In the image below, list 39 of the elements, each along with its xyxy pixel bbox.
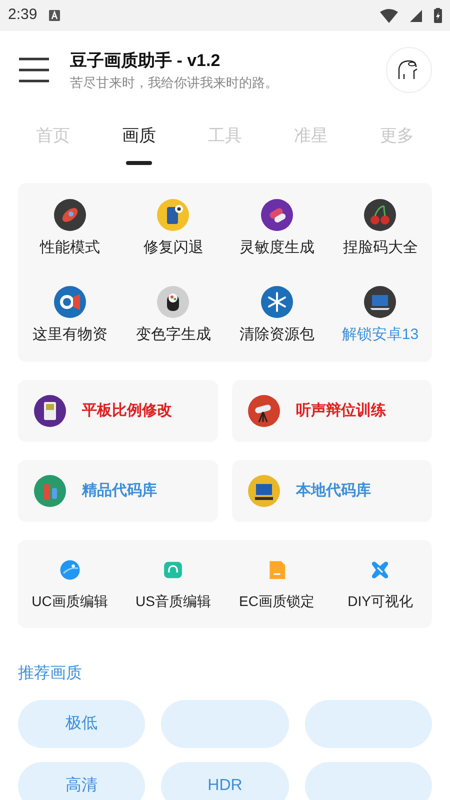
computer-icon bbox=[248, 475, 280, 507]
signal-icon bbox=[410, 10, 422, 22]
editor-item[interactable]: UC画质编辑 bbox=[18, 556, 122, 612]
status-time: 2:39 bbox=[8, 5, 38, 26]
pills-icon bbox=[260, 199, 293, 231]
app-title: 豆子画质助手 - v1.2 bbox=[70, 50, 222, 72]
laptop-icon bbox=[364, 286, 396, 318]
megaphone-icon bbox=[54, 286, 86, 318]
notification-icon bbox=[49, 10, 60, 21]
section-title: 推荐画质 bbox=[18, 664, 83, 684]
editor-item[interactable]: US音质编辑 bbox=[122, 556, 225, 612]
wifi-icon bbox=[380, 8, 398, 22]
avatar[interactable] bbox=[386, 47, 432, 93]
sushi-icon bbox=[157, 286, 190, 318]
bottles-icon bbox=[34, 475, 66, 507]
tool-item[interactable]: 捏脸码大全 bbox=[328, 199, 432, 260]
editor-item[interactable]: EC画质锁定 bbox=[225, 556, 328, 612]
app-subtitle: 苦尽甘来时，我给你讲我来时的路。 bbox=[70, 74, 279, 92]
menu-icon[interactable] bbox=[18, 57, 50, 83]
tool-item[interactable]: 灵敏度生成 bbox=[225, 199, 328, 260]
phone-icon bbox=[157, 199, 190, 231]
quality-chip[interactable] bbox=[304, 762, 432, 800]
tool-item[interactable]: 修复闪退 bbox=[122, 199, 225, 260]
feature-card[interactable]: 听声辩位训练 bbox=[232, 380, 432, 442]
quality-chip[interactable] bbox=[304, 700, 432, 748]
tool-item[interactable]: 变色字生成 bbox=[122, 286, 225, 346]
feature-card[interactable]: 平板比例修改 bbox=[18, 380, 218, 442]
tool-item[interactable]: 这里有物资 bbox=[18, 286, 122, 346]
telescope-icon bbox=[248, 395, 280, 427]
rocket-icon bbox=[54, 199, 86, 231]
game-console-icon bbox=[34, 395, 66, 427]
snowflake-icon bbox=[260, 286, 293, 318]
quality-chip[interactable] bbox=[161, 700, 289, 748]
tool-item[interactable]: 性能模式 bbox=[18, 199, 122, 260]
tool-item[interactable]: 清除资源包 bbox=[225, 286, 328, 346]
cherries-icon bbox=[364, 199, 396, 231]
editor-item[interactable]: DIY可视化 bbox=[328, 556, 432, 612]
tab[interactable]: 画质 bbox=[96, 109, 182, 167]
battery-icon bbox=[434, 8, 442, 23]
